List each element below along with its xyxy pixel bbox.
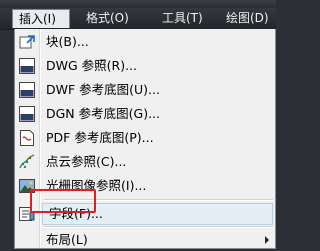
menu-item-label: DWF 参考底图(U)... xyxy=(46,82,160,97)
menu-item-block[interactable]: 块(B)... xyxy=(15,31,275,53)
menu-item-dwg-reference[interactable]: DWG 参照(R)... xyxy=(15,55,275,77)
menu-item-dwf-underlay[interactable]: DWF 参考底图(U)... xyxy=(15,79,275,101)
menu-separator xyxy=(44,226,273,228)
dgn-underlay-icon xyxy=(19,106,35,122)
menu-tools[interactable]: 工具(T) xyxy=(162,10,203,27)
menu-item-label: 布局(L) xyxy=(46,232,88,247)
menu-item-label: DWG 参照(R)... xyxy=(46,58,138,73)
menu-format[interactable]: 格式(O) xyxy=(86,10,129,27)
block-insert-icon xyxy=(19,34,35,50)
menu-draw[interactable]: 绘图(D) xyxy=(226,10,269,27)
menu-insert[interactable]: 插入(I) xyxy=(12,9,70,28)
menu-item-label: PDF 参考底图(P)... xyxy=(46,130,154,145)
dwf-underlay-icon xyxy=(19,82,35,98)
menu-bar: 插入(I) 格式(O) 工具(T) 绘图(D) xyxy=(0,8,276,30)
menu-item-dgn-underlay[interactable]: DGN 参考底图(G)... xyxy=(15,103,275,125)
menu-item-label: 点云参照(C)... xyxy=(46,154,127,169)
pdf-underlay-icon xyxy=(19,130,35,146)
menu-item-layout[interactable]: 布局(L) xyxy=(15,229,275,251)
annotation-highlight-box xyxy=(30,189,96,213)
dwg-reference-icon xyxy=(19,58,35,74)
submenu-arrow-icon xyxy=(265,236,269,244)
insert-dropdown-menu: 块(B)... DWG 参照(R)... DWF 参考底图(U)... DGN … xyxy=(14,29,276,249)
menu-item-pdf-underlay[interactable]: PDF 参考底图(P)... xyxy=(15,127,275,149)
menu-item-label: 块(B)... xyxy=(46,34,89,49)
title-bar-strip xyxy=(0,0,276,8)
menu-item-point-cloud[interactable]: 点云参照(C)... xyxy=(15,151,275,173)
menu-item-label: DGN 参考底图(G)... xyxy=(46,106,160,121)
point-cloud-icon xyxy=(19,154,35,170)
